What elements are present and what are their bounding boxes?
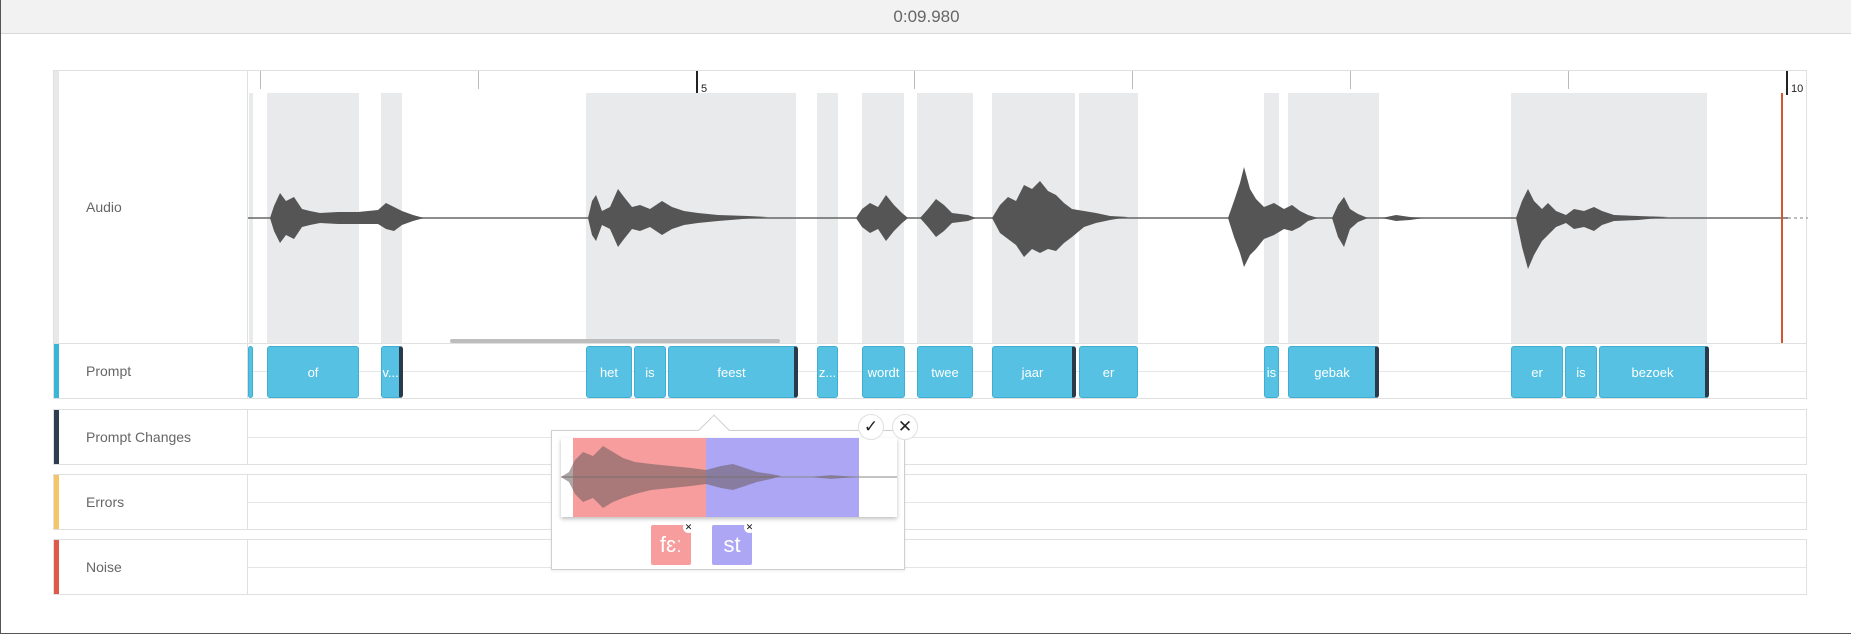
phoneme-label: fɛː (659, 532, 683, 557)
prompt-word-fragment[interactable] (248, 346, 253, 398)
phoneme-waveform (561, 438, 897, 517)
audio-waveform (248, 167, 1808, 269)
noise-track: Noise (53, 539, 1807, 595)
phoneme-label: st (723, 532, 741, 557)
errors-track: Errors (53, 474, 1807, 530)
prompt-word[interactable]: z... (817, 346, 838, 398)
prompt-word[interactable]: twee (917, 346, 973, 398)
playhead[interactable] (1781, 93, 1783, 345)
prompt-word[interactable]: er (1079, 346, 1138, 398)
phoneme-waveform-preview[interactable] (561, 438, 897, 517)
prompt-word[interactable]: wordt (862, 346, 905, 398)
close-icon: ✕ (897, 417, 913, 436)
remove-phoneme-icon[interactable]: ✕ (744, 522, 755, 533)
noise-track-label: Noise (59, 540, 248, 594)
prompt-lane[interactable]: of v... het is feest z... wordt twee jaa… (248, 344, 1808, 398)
close-button[interactable]: ✕ (892, 414, 918, 440)
prompt-track-label: Prompt (59, 344, 248, 398)
prompt-word[interactable]: bezoek (1599, 346, 1709, 398)
errors-track-label: Errors (59, 475, 248, 529)
prompt-word[interactable]: het (586, 346, 632, 398)
audio-track: Audio 5 10 (53, 70, 1808, 345)
prompt-track: Prompt of v... het is feest z... wordt t… (53, 343, 1807, 399)
check-icon: ✓ (863, 417, 879, 436)
track-midline (248, 437, 1806, 438)
prompt-word[interactable]: of (267, 346, 359, 398)
prompt-changes-track: Prompt Changes (53, 409, 1807, 465)
prompt-changes-track-label: Prompt Changes (59, 410, 248, 464)
phoneme-chip[interactable]: fɛː ✕ (651, 522, 694, 565)
audio-lane[interactable]: 5 10 (248, 71, 1808, 345)
time-display: 0:09.980 (1, 0, 1851, 34)
track-midline (248, 502, 1806, 503)
app-frame: 0:09.980 Audio 5 10 Prompt of v... het i… (0, 0, 1851, 634)
prompt-word[interactable]: v... (381, 346, 403, 398)
prompt-word[interactable]: feest (668, 346, 798, 398)
prompt-word[interactable]: is (1565, 346, 1597, 398)
audio-track-label: Audio (59, 71, 248, 343)
phoneme-chip[interactable]: st ✕ (712, 522, 755, 565)
prompt-word[interactable]: er (1511, 346, 1563, 398)
remove-phoneme-icon[interactable]: ✕ (683, 522, 694, 533)
annotation-editor: Audio 5 10 Prompt of v... het is feest z… (53, 70, 1808, 595)
prompt-word[interactable]: jaar (992, 346, 1076, 398)
prompt-word[interactable]: gebak (1288, 346, 1379, 398)
phoneme-popover: fɛː ✕ st ✕ (551, 414, 905, 570)
current-time: 0:09.980 (893, 6, 960, 26)
prompt-word[interactable]: is (1264, 346, 1279, 398)
confirm-button[interactable]: ✓ (858, 414, 884, 440)
prompt-word[interactable]: is (634, 346, 666, 398)
track-midline (248, 567, 1806, 568)
